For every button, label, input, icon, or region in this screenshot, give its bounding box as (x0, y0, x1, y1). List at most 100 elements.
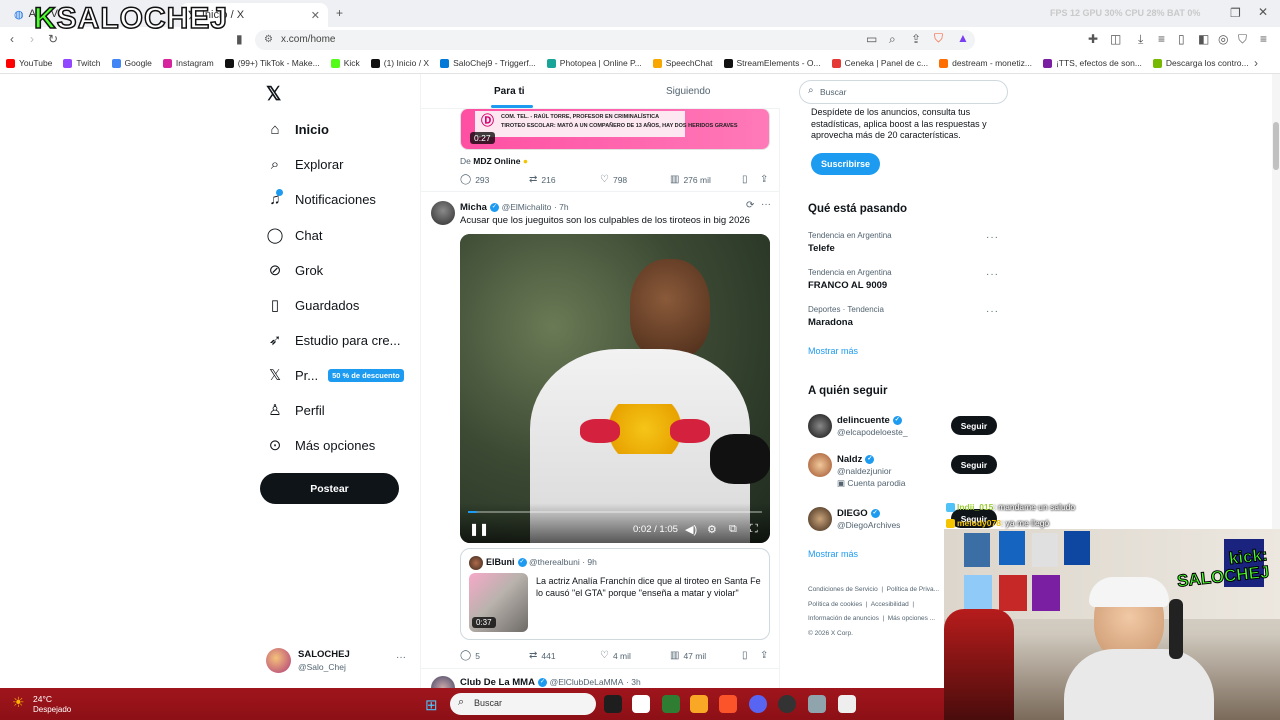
zoom-icon[interactable]: ⌕ (889, 32, 896, 47)
nav-item-estudio-para-cre[interactable]: ➶ Estudio para cre... (266, 331, 401, 349)
like-button[interactable]: ♡ 798 (600, 174, 627, 185)
bookmark-item[interactable]: Google (111, 58, 152, 68)
tab-for-you[interactable]: Para ti (494, 86, 525, 97)
xbox-icon[interactable] (662, 695, 680, 713)
next-tweet-handle[interactable]: @ElClubDeLaMMA (550, 677, 624, 687)
trend-more-icon[interactable]: ··· (986, 306, 999, 317)
download-icon[interactable]: ⤓ (1138, 32, 1143, 47)
footer-link[interactable]: Política de cookies (808, 601, 862, 608)
tweet-author-handle[interactable]: @ElMichalito (502, 202, 552, 212)
follow-avatar[interactable] (808, 414, 832, 438)
site-settings-icon[interactable]: ⚙ (264, 30, 273, 50)
bookmark-item[interactable]: Photopea | Online P... (546, 58, 642, 68)
post-button[interactable]: Postear (260, 473, 399, 504)
bookmark-page-icon[interactable]: ▮ (236, 32, 243, 46)
follow-avatar[interactable] (808, 507, 832, 531)
back-icon[interactable]: ‹ (10, 32, 14, 46)
bookmark-item[interactable]: ¡TTS, efectos de son... (1042, 58, 1142, 68)
follow-button[interactable]: Seguir (951, 416, 997, 435)
scrollbar-thumb[interactable] (1273, 122, 1279, 170)
discord-icon[interactable] (749, 695, 767, 713)
follow-name[interactable]: Naldz ✓ (837, 454, 875, 465)
like-button[interactable]: ♡ 4 mil (600, 650, 631, 661)
tweet-time[interactable]: · 7h (554, 202, 569, 212)
tweet-more-icon[interactable]: ··· (761, 199, 771, 210)
brave-icon[interactable] (719, 695, 737, 713)
menu-icon[interactable]: ≡ (1260, 32, 1267, 46)
share-icon[interactable]: ⇪ (911, 32, 921, 46)
extensions-icon[interactable]: ✚ (1088, 32, 1098, 46)
trend-more-icon[interactable]: ··· (986, 232, 999, 243)
widgets-icon[interactable] (632, 695, 650, 713)
nav-item-explorar[interactable]: ⌕ Explorar (266, 156, 344, 173)
shield-icon[interactable]: ⛉ (1238, 32, 1247, 47)
settings-icon[interactable]: ⚙ (707, 523, 717, 536)
window-restore-icon[interactable]: ❐ (1230, 6, 1241, 20)
trend-name[interactable]: FRANCO AL 9009 (808, 280, 887, 291)
bookmark-item[interactable]: Descarga los contro... (1152, 58, 1249, 68)
settings-app-icon[interactable] (808, 695, 826, 713)
bookmark-item[interactable]: destream - monetiz... (939, 58, 1032, 68)
sidebar-icon[interactable]: ▯ (1178, 32, 1185, 46)
trend-more-icon[interactable]: ··· (986, 269, 999, 280)
account-more-icon[interactable]: ··· (396, 652, 406, 663)
bookmark-item[interactable]: Ceneka | Panel de c... (831, 58, 928, 68)
nav-item-pr[interactable]: 𝕏 Pr... 50 % de descuento (266, 366, 404, 384)
nav-item-notificaciones[interactable]: ♫ Notificaciones (266, 189, 376, 208)
subscribe-button[interactable]: Suscribirse (811, 153, 880, 175)
reply-button[interactable]: ◯ 5 (460, 650, 480, 661)
bookmark-button[interactable]: ▯ (742, 650, 752, 661)
footer-link[interactable]: Información de anuncios (808, 615, 879, 622)
nav-item-inicio[interactable]: ⌂ Inicio (266, 121, 328, 138)
trend-name[interactable]: Telefe (808, 243, 835, 254)
trend-name[interactable]: Maradona (808, 317, 853, 328)
footer-link[interactable]: Accesibilidad (871, 601, 909, 608)
views-button[interactable]: ▥ 276 mil (670, 174, 711, 185)
nav-item-chat[interactable]: ◯ Chat (266, 226, 323, 244)
next-tweet-time[interactable]: · 3h (626, 677, 641, 687)
brave-shield-icon[interactable]: ⛉ (934, 31, 943, 46)
account-avatar[interactable] (266, 648, 291, 673)
bookmarks-overflow-icon[interactable]: › (1254, 56, 1258, 70)
bookmark-item[interactable]: SpeechChat (652, 58, 713, 68)
bookmark-item[interactable]: (99+) TikTok - Make... (224, 58, 320, 68)
footer-link[interactable]: Más opciones ... (888, 615, 935, 622)
taskbar-search[interactable]: ⌕ Buscar (450, 693, 596, 715)
follow-show-more[interactable]: Mostrar más (808, 549, 858, 559)
follow-name[interactable]: delincuente ✓ (837, 415, 902, 426)
trends-show-more[interactable]: Mostrar más (808, 346, 858, 356)
tweet-avatar[interactable] (431, 201, 455, 225)
grok-analyze-icon[interactable]: ⟳ (746, 200, 754, 211)
bookmark-button[interactable]: ▯ (742, 174, 752, 185)
share-button[interactable]: ⇪ (760, 650, 772, 661)
tab-following[interactable]: Siguiendo (666, 86, 710, 97)
views-button[interactable]: ▥ 47 mil (670, 650, 706, 661)
new-tab-icon[interactable]: + (336, 6, 343, 20)
reading-list-icon[interactable]: ≡ (1158, 32, 1165, 46)
retweet-button[interactable]: ⇄ 216 (529, 174, 556, 185)
screenshot-icon[interactable]: ◫ (1110, 32, 1121, 46)
nav-item-perfil[interactable]: ♙ Perfil (266, 401, 324, 419)
source-name[interactable]: MDZ Online (473, 156, 520, 166)
follow-name[interactable]: DIEGO ✓ (837, 508, 880, 519)
tweet-video[interactable]: ❚❚ 0:02 / 1:05 ◀) ⚙ ⧉ ⛶ (460, 234, 770, 543)
bookmark-item[interactable]: Instagram (162, 58, 214, 68)
search-input[interactable]: ⌕ Buscar (799, 80, 1008, 104)
next-tweet-author[interactable]: Club De La MMA (460, 677, 535, 688)
share-button[interactable]: ⇪ (760, 174, 772, 185)
tweet-author-name[interactable]: Micha (460, 202, 487, 213)
prev-tweet-media[interactable]: Ⓓ COM. TEL. - RAÚL TORRE, PROFESOR EN CR… (460, 108, 770, 150)
weather-icon[interactable]: ☀ (12, 694, 25, 711)
cast-icon[interactable]: ▭ (866, 32, 877, 46)
x-logo-icon[interactable]: 𝕏 (266, 83, 281, 106)
bookmark-item[interactable]: StreamElements - O... (723, 58, 821, 68)
footer-link[interactable]: Política de Priva... (887, 586, 939, 593)
vpn-icon[interactable]: ◎ (1218, 32, 1228, 46)
follow-button[interactable]: Seguir (951, 455, 997, 474)
app-icon[interactable] (838, 695, 856, 713)
obs-icon[interactable] (778, 695, 796, 713)
nav-item-guardados[interactable]: ▯ Guardados (266, 296, 359, 314)
footer-link[interactable]: Condiciones de Servicio (808, 586, 878, 593)
quoted-tweet[interactable]: ElBuni ✓ @therealbuni · 9h 0:37 La actriz… (460, 548, 770, 640)
video-progress-track[interactable] (468, 511, 762, 513)
